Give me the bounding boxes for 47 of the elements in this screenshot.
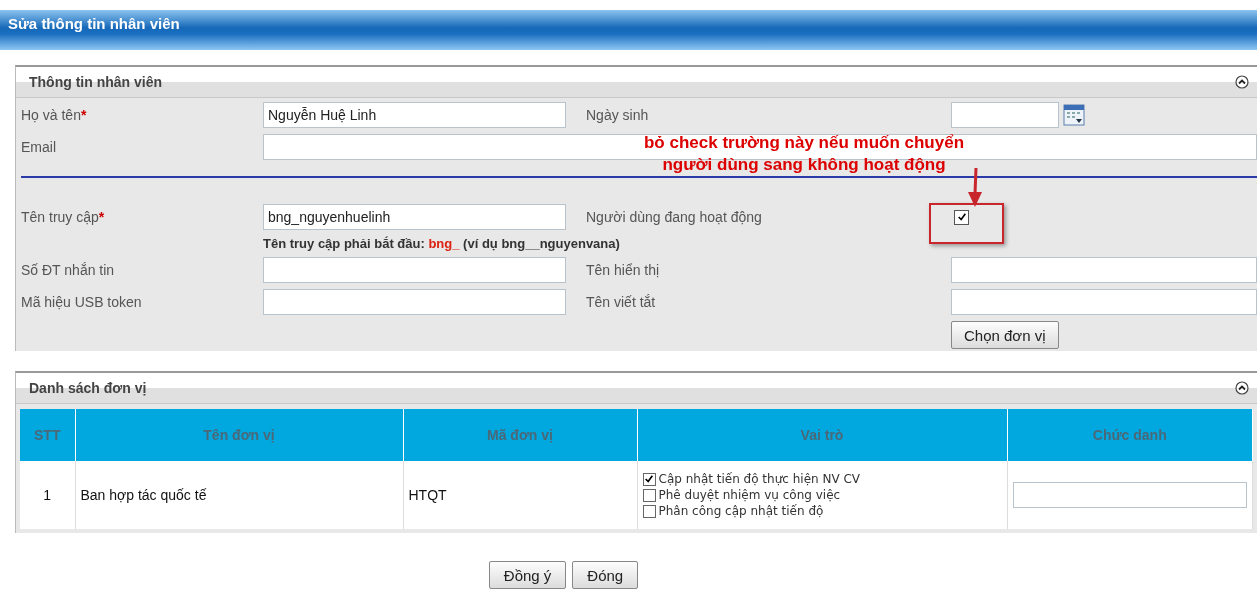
token-field[interactable] <box>263 289 566 315</box>
panel-title: Thông tin nhân viên <box>29 74 162 90</box>
table-cell: 1 <box>20 461 75 529</box>
field-label: Ngày sinh <box>586 107 650 123</box>
panel-title: Danh sách đơn vị <box>29 380 147 396</box>
column-header: Vai trò <box>637 409 1007 461</box>
role-label: Cập nhật tiến độ thực hiện NV CV <box>658 472 861 486</box>
role-label: Phê duyệt nhiệm vụ công việc <box>658 488 841 502</box>
email-field[interactable] <box>263 134 1257 160</box>
active-checkbox[interactable] <box>954 209 969 225</box>
field-label: Số ĐT nhắn tin <box>21 262 116 278</box>
role-checkbox[interactable] <box>642 472 656 486</box>
field-label: Tên hiển thị <box>586 262 661 278</box>
phone-field[interactable] <box>263 257 566 283</box>
collapse-icon[interactable] <box>1235 75 1249 89</box>
window-title: Sửa thông tin nhân viên <box>8 15 180 32</box>
field-label: Tên viết tắt <box>586 294 657 310</box>
column-header: STT <box>20 409 75 461</box>
field-label: Người dùng đang hoạt động <box>586 209 763 225</box>
field-label: Email <box>21 139 57 155</box>
field-label: Họ và tên* <box>21 107 88 123</box>
date-field[interactable] <box>951 102 1059 128</box>
table-cell: HTQT <box>403 461 637 529</box>
checkmark-icon <box>644 474 654 484</box>
column-header: Mã đơn vị <box>403 409 637 461</box>
name-field[interactable]: Nguyễn Huệ Linh <box>263 102 566 128</box>
username-hint: Tên truy cập phải bắt đầu: bng_ (ví dụ bng__nguyenvana) <box>263 236 621 251</box>
collapse-icon[interactable] <box>1235 381 1249 395</box>
title-field[interactable] <box>1012 482 1247 508</box>
role-label: Phân công cập nhật tiến độ <box>658 504 824 518</box>
dialog-button[interactable]: Đồng ý <box>488 561 567 589</box>
field-label: Mã hiệu USB token <box>21 294 143 310</box>
table-cell: Ban hợp tác quốc tế <box>75 461 403 529</box>
calendar-icon[interactable] <box>1063 104 1085 126</box>
column-header: Chức danh <box>1007 409 1253 461</box>
role-checkbox[interactable] <box>642 488 656 502</box>
annotation-text: bỏ check trường này nếu muốn chuyển người dùng sang không hoạt động <box>642 132 966 176</box>
column-header: Tên đơn vị <box>75 409 403 461</box>
choose-unit-button[interactable]: Chọn đơn vị <box>951 321 1059 349</box>
short-name-field[interactable] <box>951 289 1257 315</box>
role-checkbox[interactable] <box>642 504 656 518</box>
checkmark-icon <box>956 212 967 222</box>
field-label: Tên truy cập* <box>21 209 106 225</box>
display-name-field[interactable] <box>951 257 1257 283</box>
dialog-button[interactable]: Đóng <box>572 561 639 589</box>
annotation-arrow <box>967 168 983 208</box>
username-field[interactable]: bng_nguyenhuelinh <box>263 204 566 230</box>
